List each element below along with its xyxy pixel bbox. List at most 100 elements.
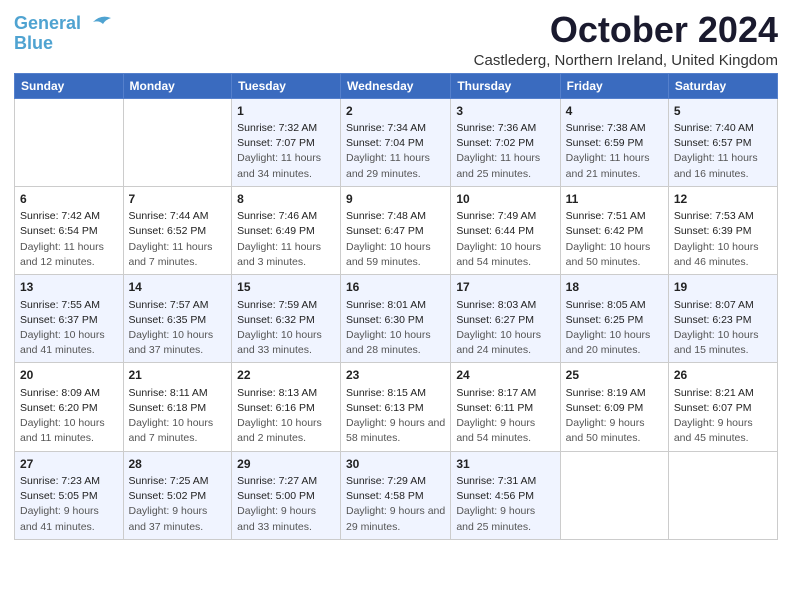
daylight-text: Daylight: 10 hours and 2 minutes.	[237, 416, 335, 446]
sunrise-text: Sunrise: 7:23 AM	[20, 474, 118, 489]
day-number: 31	[456, 456, 554, 473]
calendar-cell: 26Sunrise: 8:21 AMSunset: 6:07 PMDayligh…	[668, 363, 777, 451]
day-number: 19	[674, 279, 772, 296]
day-number: 11	[566, 191, 663, 208]
calendar-cell: 9Sunrise: 7:48 AMSunset: 6:47 PMDaylight…	[341, 186, 451, 274]
calendar: SundayMondayTuesdayWednesdayThursdayFrid…	[14, 73, 778, 540]
sunset-text: Sunset: 6:49 PM	[237, 224, 335, 239]
sunrise-text: Sunrise: 8:01 AM	[346, 298, 445, 313]
sunrise-text: Sunrise: 7:25 AM	[129, 474, 227, 489]
sunset-text: Sunset: 6:11 PM	[456, 401, 554, 416]
sunset-text: Sunset: 5:00 PM	[237, 489, 335, 504]
daylight-text: Daylight: 11 hours and 16 minutes.	[674, 151, 772, 181]
day-number: 28	[129, 456, 227, 473]
sunset-text: Sunset: 6:16 PM	[237, 401, 335, 416]
sunrise-text: Sunrise: 8:07 AM	[674, 298, 772, 313]
sunset-text: Sunset: 7:07 PM	[237, 136, 335, 151]
day-number: 26	[674, 367, 772, 384]
weekday-header-sunday: Sunday	[15, 73, 124, 98]
sunrise-text: Sunrise: 8:17 AM	[456, 386, 554, 401]
day-number: 7	[129, 191, 227, 208]
daylight-text: Daylight: 9 hours and 58 minutes.	[346, 416, 445, 446]
daylight-text: Daylight: 11 hours and 21 minutes.	[566, 151, 663, 181]
calendar-cell: 3Sunrise: 7:36 AMSunset: 7:02 PMDaylight…	[451, 98, 560, 186]
calendar-cell: 18Sunrise: 8:05 AMSunset: 6:25 PMDayligh…	[560, 275, 668, 363]
sunset-text: Sunset: 6:09 PM	[566, 401, 663, 416]
sunrise-text: Sunrise: 7:44 AM	[129, 209, 227, 224]
sunrise-text: Sunrise: 7:48 AM	[346, 209, 445, 224]
calendar-cell: 28Sunrise: 7:25 AMSunset: 5:02 PMDayligh…	[123, 451, 232, 539]
calendar-cell: 21 Sunrise: 8:11 AMSunset: 6:18 PMDayligh…	[123, 363, 232, 451]
calendar-cell: 27Sunrise: 7:23 AMSunset: 5:05 PMDayligh…	[15, 451, 124, 539]
sunset-text: Sunset: 5:05 PM	[20, 489, 118, 504]
sunset-text: Sunset: 6:18 PM	[129, 401, 227, 416]
sunrise-text: Sunrise: 7:34 AM	[346, 121, 445, 136]
daylight-text: Daylight: 10 hours and 50 minutes.	[566, 240, 663, 270]
sunset-text: Sunset: 6:42 PM	[566, 224, 663, 239]
daylight-text: Daylight: 11 hours and 3 minutes.	[237, 240, 335, 270]
sunrise-text: Sunrise: 7:31 AM	[456, 474, 554, 489]
calendar-week-row: 1Sunrise: 7:32 AMSunset: 7:07 PMDaylight…	[15, 98, 778, 186]
calendar-cell: 23Sunrise: 8:15 AMSunset: 6:13 PMDayligh…	[341, 363, 451, 451]
sunset-text: Sunset: 6:37 PM	[20, 313, 118, 328]
daylight-text: Daylight: 9 hours and 54 minutes.	[456, 416, 554, 446]
sunset-text: Sunset: 6:35 PM	[129, 313, 227, 328]
sunrise-text: Sunrise: 7:53 AM	[674, 209, 772, 224]
day-number: 22	[237, 367, 335, 384]
daylight-text: Daylight: 10 hours and 7 minutes.	[129, 416, 227, 446]
calendar-cell	[123, 98, 232, 186]
logo-text: General Blue	[14, 14, 81, 54]
day-number: 20	[20, 367, 118, 384]
calendar-cell: 22 Sunrise: 8:13 AMSunset: 6:16 PMDayligh…	[232, 363, 341, 451]
calendar-cell	[668, 451, 777, 539]
sunrise-text: Sunrise: 7:59 AM	[237, 298, 335, 313]
calendar-cell: 4Sunrise: 7:38 AMSunset: 6:59 PMDaylight…	[560, 98, 668, 186]
month-title: October 2024	[474, 10, 778, 50]
logo-bird-icon	[83, 14, 113, 36]
calendar-cell: 31Sunrise: 7:31 AMSunset: 4:56 PMDayligh…	[451, 451, 560, 539]
calendar-cell	[560, 451, 668, 539]
sunset-text: Sunset: 6:57 PM	[674, 136, 772, 151]
weekday-header-monday: Monday	[123, 73, 232, 98]
sunrise-text: Sunrise: 8:03 AM	[456, 298, 554, 313]
day-number: 14	[129, 279, 227, 296]
calendar-cell: 8Sunrise: 7:46 AMSunset: 6:49 PMDaylight…	[232, 186, 341, 274]
daylight-text: Daylight: 10 hours and 46 minutes.	[674, 240, 772, 270]
calendar-cell: 17Sunrise: 8:03 AMSunset: 6:27 PMDayligh…	[451, 275, 560, 363]
sunrise-text: Sunrise: 8:13 AM	[237, 386, 335, 401]
calendar-cell: 7Sunrise: 7:44 AMSunset: 6:52 PMDaylight…	[123, 186, 232, 274]
daylight-text: Daylight: 10 hours and 33 minutes.	[237, 328, 335, 358]
calendar-week-row: 13Sunrise: 7:55 AMSunset: 6:37 PMDayligh…	[15, 275, 778, 363]
daylight-text: Daylight: 10 hours and 20 minutes.	[566, 328, 663, 358]
calendar-cell: 24Sunrise: 8:17 AMSunset: 6:11 PMDayligh…	[451, 363, 560, 451]
sunset-text: Sunset: 4:56 PM	[456, 489, 554, 504]
sunrise-text: Sunrise: 8:19 AM	[566, 386, 663, 401]
sunrise-text: Sunrise: 8:05 AM	[566, 298, 663, 313]
sunrise-text: Sunrise: 7:51 AM	[566, 209, 663, 224]
calendar-cell: 5Sunrise: 7:40 AMSunset: 6:57 PMDaylight…	[668, 98, 777, 186]
daylight-text: Daylight: 11 hours and 25 minutes.	[456, 151, 554, 181]
sunset-text: Sunset: 6:25 PM	[566, 313, 663, 328]
calendar-cell: 29Sunrise: 7:27 AMSunset: 5:00 PMDayligh…	[232, 451, 341, 539]
sunset-text: Sunset: 6:07 PM	[674, 401, 772, 416]
calendar-cell: 20Sunrise: 8:09 AMSunset: 6:20 PMDayligh…	[15, 363, 124, 451]
sunrise-text: Sunrise: 8:21 AM	[674, 386, 772, 401]
sunrise-text: Sunrise: 7:55 AM	[20, 298, 118, 313]
daylight-text: Daylight: 9 hours and 41 minutes.	[20, 504, 118, 534]
day-number: 21	[129, 367, 227, 384]
daylight-text: Daylight: 10 hours and 54 minutes.	[456, 240, 554, 270]
sunset-text: Sunset: 6:59 PM	[566, 136, 663, 151]
calendar-week-row: 27Sunrise: 7:23 AMSunset: 5:05 PMDayligh…	[15, 451, 778, 539]
sunset-text: Sunset: 7:04 PM	[346, 136, 445, 151]
sunrise-text: Sunrise: 8:11 AM	[129, 386, 227, 401]
day-number: 30	[346, 456, 445, 473]
daylight-text: Daylight: 9 hours and 50 minutes.	[566, 416, 663, 446]
day-number: 5	[674, 103, 772, 120]
weekday-header-wednesday: Wednesday	[341, 73, 451, 98]
calendar-cell: 30Sunrise: 7:29 AMSunset: 4:58 PMDayligh…	[341, 451, 451, 539]
calendar-cell: 11Sunrise: 7:51 AMSunset: 6:42 PMDayligh…	[560, 186, 668, 274]
calendar-cell: 2Sunrise: 7:34 AMSunset: 7:04 PMDaylight…	[341, 98, 451, 186]
day-number: 8	[237, 191, 335, 208]
sunrise-text: Sunrise: 7:46 AM	[237, 209, 335, 224]
sunrise-text: Sunrise: 7:40 AM	[674, 121, 772, 136]
